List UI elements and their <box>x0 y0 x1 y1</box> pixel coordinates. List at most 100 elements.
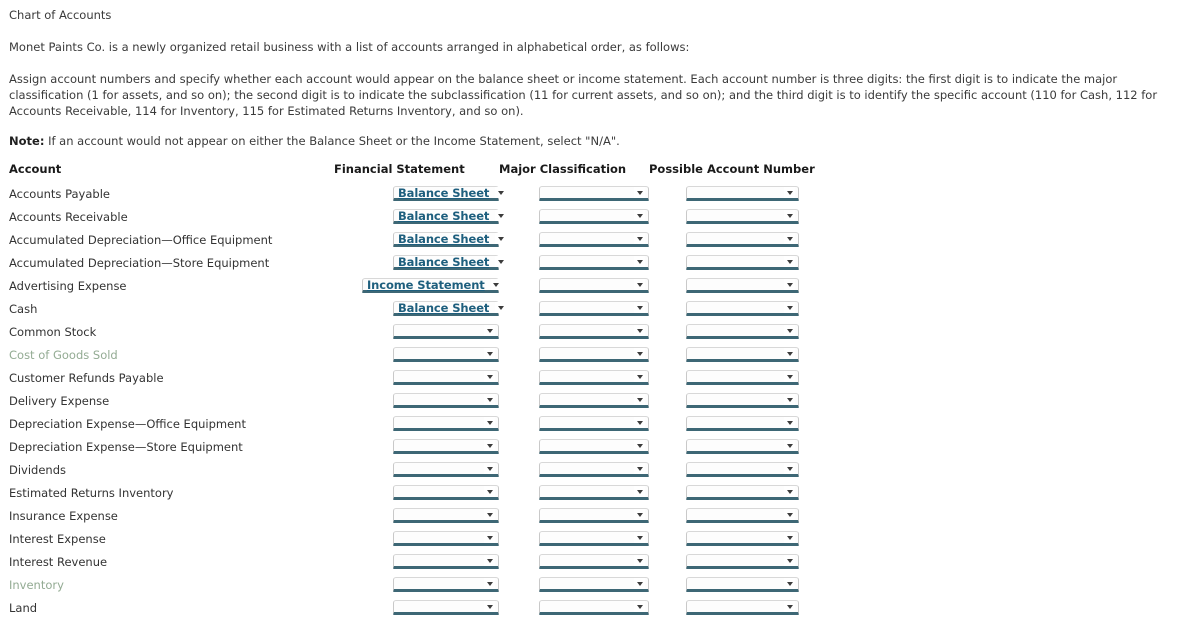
financial-statement-dropdown[interactable] <box>393 508 499 523</box>
financial-statement-dropdown[interactable] <box>393 485 499 500</box>
chevron-down-icon[interactable] <box>784 302 795 313</box>
chevron-down-icon[interactable] <box>634 601 645 612</box>
possible-account-number-dropdown[interactable] <box>686 485 799 500</box>
financial-statement-dropdown[interactable] <box>393 416 499 431</box>
chevron-down-icon[interactable] <box>634 532 645 543</box>
financial-statement-dropdown[interactable]: Balance Sheet <box>393 232 507 247</box>
financial-statement-dropdown[interactable] <box>393 370 499 385</box>
possible-account-number-dropdown[interactable] <box>686 255 799 270</box>
chevron-down-icon[interactable] <box>484 601 495 612</box>
chevron-down-icon[interactable] <box>495 302 507 313</box>
chevron-down-icon[interactable] <box>784 440 795 451</box>
financial-statement-dropdown[interactable] <box>393 324 499 339</box>
chevron-down-icon[interactable] <box>784 417 795 428</box>
major-classification-dropdown[interactable] <box>539 462 649 477</box>
major-classification-dropdown[interactable] <box>539 347 649 362</box>
chevron-down-icon[interactable] <box>484 394 495 405</box>
chevron-down-icon[interactable] <box>634 348 645 359</box>
major-classification-dropdown[interactable] <box>539 485 649 500</box>
chevron-down-icon[interactable] <box>634 371 645 382</box>
chevron-down-icon[interactable] <box>484 440 495 451</box>
major-classification-dropdown[interactable] <box>539 278 649 293</box>
major-classification-dropdown[interactable] <box>539 232 649 247</box>
chevron-down-icon[interactable] <box>484 578 495 589</box>
chevron-down-icon[interactable] <box>784 463 795 474</box>
major-classification-dropdown[interactable] <box>539 255 649 270</box>
possible-account-number-dropdown[interactable] <box>686 347 799 362</box>
major-classification-dropdown[interactable] <box>539 209 649 224</box>
chevron-down-icon[interactable] <box>634 394 645 405</box>
chevron-down-icon[interactable] <box>484 325 495 336</box>
chevron-down-icon[interactable] <box>495 233 507 244</box>
chevron-down-icon[interactable] <box>784 279 795 290</box>
chevron-down-icon[interactable] <box>634 486 645 497</box>
chevron-down-icon[interactable] <box>784 233 795 244</box>
possible-account-number-dropdown[interactable] <box>686 232 799 247</box>
chevron-down-icon[interactable] <box>634 509 645 520</box>
possible-account-number-dropdown[interactable] <box>686 393 799 408</box>
chevron-down-icon[interactable] <box>634 302 645 313</box>
financial-statement-dropdown[interactable]: Income Statement <box>362 278 502 293</box>
chevron-down-icon[interactable] <box>784 371 795 382</box>
chevron-down-icon[interactable] <box>484 532 495 543</box>
chevron-down-icon[interactable] <box>784 256 795 267</box>
major-classification-dropdown[interactable] <box>539 301 649 316</box>
chevron-down-icon[interactable] <box>490 279 502 290</box>
possible-account-number-dropdown[interactable] <box>686 508 799 523</box>
financial-statement-dropdown[interactable]: Balance Sheet <box>393 209 507 224</box>
chevron-down-icon[interactable] <box>495 210 507 221</box>
chevron-down-icon[interactable] <box>634 256 645 267</box>
possible-account-number-dropdown[interactable] <box>686 554 799 569</box>
chevron-down-icon[interactable] <box>784 555 795 566</box>
chevron-down-icon[interactable] <box>634 440 645 451</box>
financial-statement-dropdown[interactable]: Balance Sheet <box>393 186 507 201</box>
possible-account-number-dropdown[interactable] <box>686 324 799 339</box>
possible-account-number-dropdown[interactable] <box>686 416 799 431</box>
possible-account-number-dropdown[interactable] <box>686 439 799 454</box>
chevron-down-icon[interactable] <box>484 509 495 520</box>
chevron-down-icon[interactable] <box>495 187 507 198</box>
major-classification-dropdown[interactable] <box>539 416 649 431</box>
chevron-down-icon[interactable] <box>484 555 495 566</box>
chevron-down-icon[interactable] <box>784 394 795 405</box>
chevron-down-icon[interactable] <box>634 187 645 198</box>
major-classification-dropdown[interactable] <box>539 577 649 592</box>
financial-statement-dropdown[interactable] <box>393 577 499 592</box>
chevron-down-icon[interactable] <box>484 417 495 428</box>
chevron-down-icon[interactable] <box>784 601 795 612</box>
chevron-down-icon[interactable] <box>634 417 645 428</box>
major-classification-dropdown[interactable] <box>539 508 649 523</box>
major-classification-dropdown[interactable] <box>539 600 649 615</box>
chevron-down-icon[interactable] <box>484 486 495 497</box>
major-classification-dropdown[interactable] <box>539 554 649 569</box>
major-classification-dropdown[interactable] <box>539 531 649 546</box>
major-classification-dropdown[interactable] <box>539 324 649 339</box>
possible-account-number-dropdown[interactable] <box>686 278 799 293</box>
chevron-down-icon[interactable] <box>634 325 645 336</box>
chevron-down-icon[interactable] <box>634 233 645 244</box>
possible-account-number-dropdown[interactable] <box>686 186 799 201</box>
major-classification-dropdown[interactable] <box>539 439 649 454</box>
financial-statement-dropdown[interactable] <box>393 462 499 477</box>
major-classification-dropdown[interactable] <box>539 370 649 385</box>
financial-statement-dropdown[interactable] <box>393 554 499 569</box>
possible-account-number-dropdown[interactable] <box>686 577 799 592</box>
possible-account-number-dropdown[interactable] <box>686 600 799 615</box>
possible-account-number-dropdown[interactable] <box>686 370 799 385</box>
financial-statement-dropdown[interactable] <box>393 600 499 615</box>
chevron-down-icon[interactable] <box>634 578 645 589</box>
chevron-down-icon[interactable] <box>484 371 495 382</box>
chevron-down-icon[interactable] <box>634 463 645 474</box>
financial-statement-dropdown[interactable]: Balance Sheet <box>393 255 507 270</box>
chevron-down-icon[interactable] <box>484 348 495 359</box>
chevron-down-icon[interactable] <box>495 256 507 267</box>
chevron-down-icon[interactable] <box>784 348 795 359</box>
financial-statement-dropdown[interactable] <box>393 439 499 454</box>
possible-account-number-dropdown[interactable] <box>686 301 799 316</box>
possible-account-number-dropdown[interactable] <box>686 462 799 477</box>
financial-statement-dropdown[interactable] <box>393 393 499 408</box>
chevron-down-icon[interactable] <box>784 509 795 520</box>
financial-statement-dropdown[interactable]: Balance Sheet <box>393 301 507 316</box>
chevron-down-icon[interactable] <box>784 532 795 543</box>
major-classification-dropdown[interactable] <box>539 186 649 201</box>
